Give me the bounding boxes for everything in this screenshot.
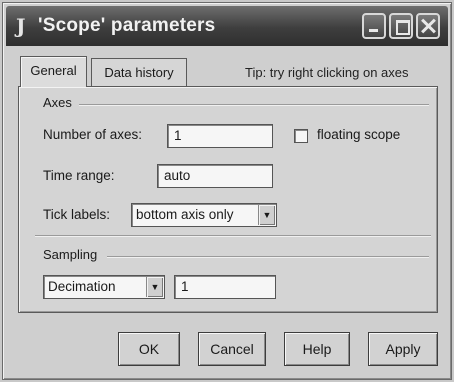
maximize-icon[interactable] [389, 13, 413, 39]
cancel-button[interactable]: Cancel [198, 332, 266, 366]
decimation-input[interactable]: 1 [174, 275, 276, 299]
axes-group-divider [79, 104, 429, 105]
close-icon[interactable] [416, 13, 440, 39]
number-of-axes-label: Number of axes: [43, 127, 143, 142]
chevron-down-icon[interactable]: ▼ [258, 205, 275, 225]
tick-labels-label: Tick labels: [43, 207, 111, 222]
minimize-icon[interactable] [362, 13, 386, 39]
sampling-group-divider [107, 256, 429, 257]
tick-labels-value: bottom axis only [136, 207, 234, 222]
time-range-label: Time range: [43, 168, 115, 183]
section-divider [35, 235, 431, 236]
apply-button[interactable]: Apply [368, 332, 438, 366]
title-bar[interactable]: J 'Scope' parameters [6, 6, 448, 46]
help-button[interactable]: Help [284, 332, 350, 366]
axes-group-label: Axes [43, 95, 72, 110]
number-of-axes-input[interactable]: 1 [167, 124, 273, 148]
sampling-group-label: Sampling [43, 247, 98, 262]
tip-text: Tip: try right clicking on axes [245, 65, 409, 80]
floating-scope-label: floating scope [317, 127, 401, 142]
time-range-input[interactable]: auto [157, 164, 273, 188]
window-title: 'Scope' parameters [38, 15, 216, 36]
sampling-mode-value: Decimation [48, 279, 116, 294]
tab-general[interactable]: General [20, 56, 87, 87]
sampling-mode-select[interactable]: Decimation ▼ [43, 275, 165, 299]
floating-scope-checkbox[interactable] [294, 129, 308, 143]
chevron-down-icon[interactable]: ▼ [146, 277, 163, 297]
tab-data-history[interactable]: Data history [91, 58, 187, 86]
ok-button[interactable]: OK [118, 332, 180, 366]
general-panel: Axes Number of axes: 1 floating scope Ti… [18, 86, 438, 313]
tick-labels-select[interactable]: bottom axis only ▼ [131, 203, 277, 227]
matlab-icon: J [16, 14, 26, 38]
